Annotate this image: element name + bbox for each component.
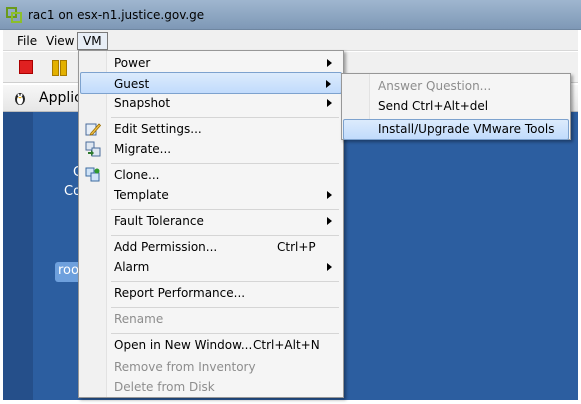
- pause-icon[interactable]: [52, 60, 67, 76]
- menu-view[interactable]: View: [41, 32, 79, 50]
- menu-item-guest[interactable]: Guest: [80, 72, 342, 94]
- applications-menu-label[interactable]: Applic: [39, 90, 82, 106]
- guest-submenu: Answer Question... Send Ctrl+Alt+del Ins…: [341, 73, 571, 140]
- stop-icon[interactable]: [19, 60, 33, 74]
- menu-item-answer-question: Answer Question...: [343, 75, 569, 97]
- menu-item-rename: Rename: [80, 308, 342, 330]
- menu-item-label: Report Performance...: [114, 286, 246, 300]
- submenu-arrow-icon: [327, 59, 332, 67]
- menu-item-shortcut: Ctrl+Alt+N: [253, 338, 320, 352]
- menubar: File View VM: [3, 30, 578, 51]
- menu-item-label: Clone...: [114, 168, 160, 182]
- submenu-arrow-icon: [327, 99, 332, 107]
- menu-item-edit-settings[interactable]: Edit Settings...: [80, 118, 342, 140]
- vmware-app-icon: [6, 7, 22, 23]
- menu-item-fault-tolerance[interactable]: Fault Tolerance: [80, 210, 342, 232]
- menu-item-label: Alarm: [114, 260, 150, 274]
- menu-item-label: Snapshot: [114, 96, 171, 110]
- menu-item-report-performance[interactable]: Report Performance...: [80, 282, 342, 304]
- menu-item-power[interactable]: Power: [80, 52, 342, 74]
- menu-item-label: Power: [114, 56, 151, 70]
- menu-item-label: Edit Settings...: [114, 122, 202, 136]
- menu-item-add-permission[interactable]: Add Permission... Ctrl+P: [80, 236, 342, 258]
- menu-item-label: Fault Tolerance: [114, 214, 204, 228]
- migrate-icon: [85, 141, 101, 157]
- menu-file[interactable]: File: [12, 32, 42, 50]
- menu-item-label: Answer Question...: [378, 79, 492, 93]
- menu-item-alarm[interactable]: Alarm: [80, 256, 342, 278]
- menu-vm[interactable]: VM: [77, 32, 108, 50]
- menu-item-delete-from-disk: Delete from Disk: [80, 376, 342, 398]
- menu-item-label: Send Ctrl+Alt+del: [378, 99, 489, 113]
- penguin-icon: [15, 93, 25, 105]
- menu-item-clone[interactable]: Clone...: [80, 164, 342, 186]
- submenu-arrow-icon: [327, 191, 332, 199]
- menu-item-label: Open in New Window...: [114, 338, 253, 352]
- menu-item-template[interactable]: Template: [80, 184, 342, 206]
- menu-item-label: Install/Upgrade VMware Tools: [378, 122, 555, 136]
- menu-item-label: Template: [114, 188, 169, 202]
- submenu-arrow-icon: [326, 80, 331, 88]
- menu-item-label: Add Permission...: [114, 240, 218, 254]
- clone-icon: [85, 167, 100, 182]
- menu-item-label: Delete from Disk: [114, 380, 215, 394]
- menu-item-open-new-window[interactable]: Open in New Window... Ctrl+Alt+N: [80, 334, 342, 356]
- submenu-arrow-icon: [327, 263, 332, 271]
- desktop-panel-edge: [3, 112, 33, 400]
- menu-item-install-vmware-tools[interactable]: Install/Upgrade VMware Tools: [343, 119, 569, 140]
- menu-item-shortcut: Ctrl+P: [277, 240, 316, 254]
- menu-item-send-ctrl-alt-del[interactable]: Send Ctrl+Alt+del: [343, 95, 569, 117]
- window-titlebar: rac1 on esx-n1.justice.gov.ge: [0, 0, 581, 30]
- submenu-arrow-icon: [327, 217, 332, 225]
- menu-item-migrate[interactable]: Migrate...: [80, 138, 342, 160]
- edit-settings-icon: [85, 123, 101, 136]
- menu-item-label: Rename: [114, 312, 164, 326]
- menu-item-remove-from-inventory: Remove from Inventory: [80, 356, 342, 378]
- window-title: rac1 on esx-n1.justice.gov.ge: [28, 8, 205, 22]
- menu-item-snapshot[interactable]: Snapshot: [80, 92, 342, 114]
- menu-item-label: Remove from Inventory: [114, 360, 256, 374]
- vm-menu: Power Guest Snapshot Edit Settings... Mi…: [78, 50, 344, 398]
- menu-item-label: Migrate...: [114, 142, 172, 156]
